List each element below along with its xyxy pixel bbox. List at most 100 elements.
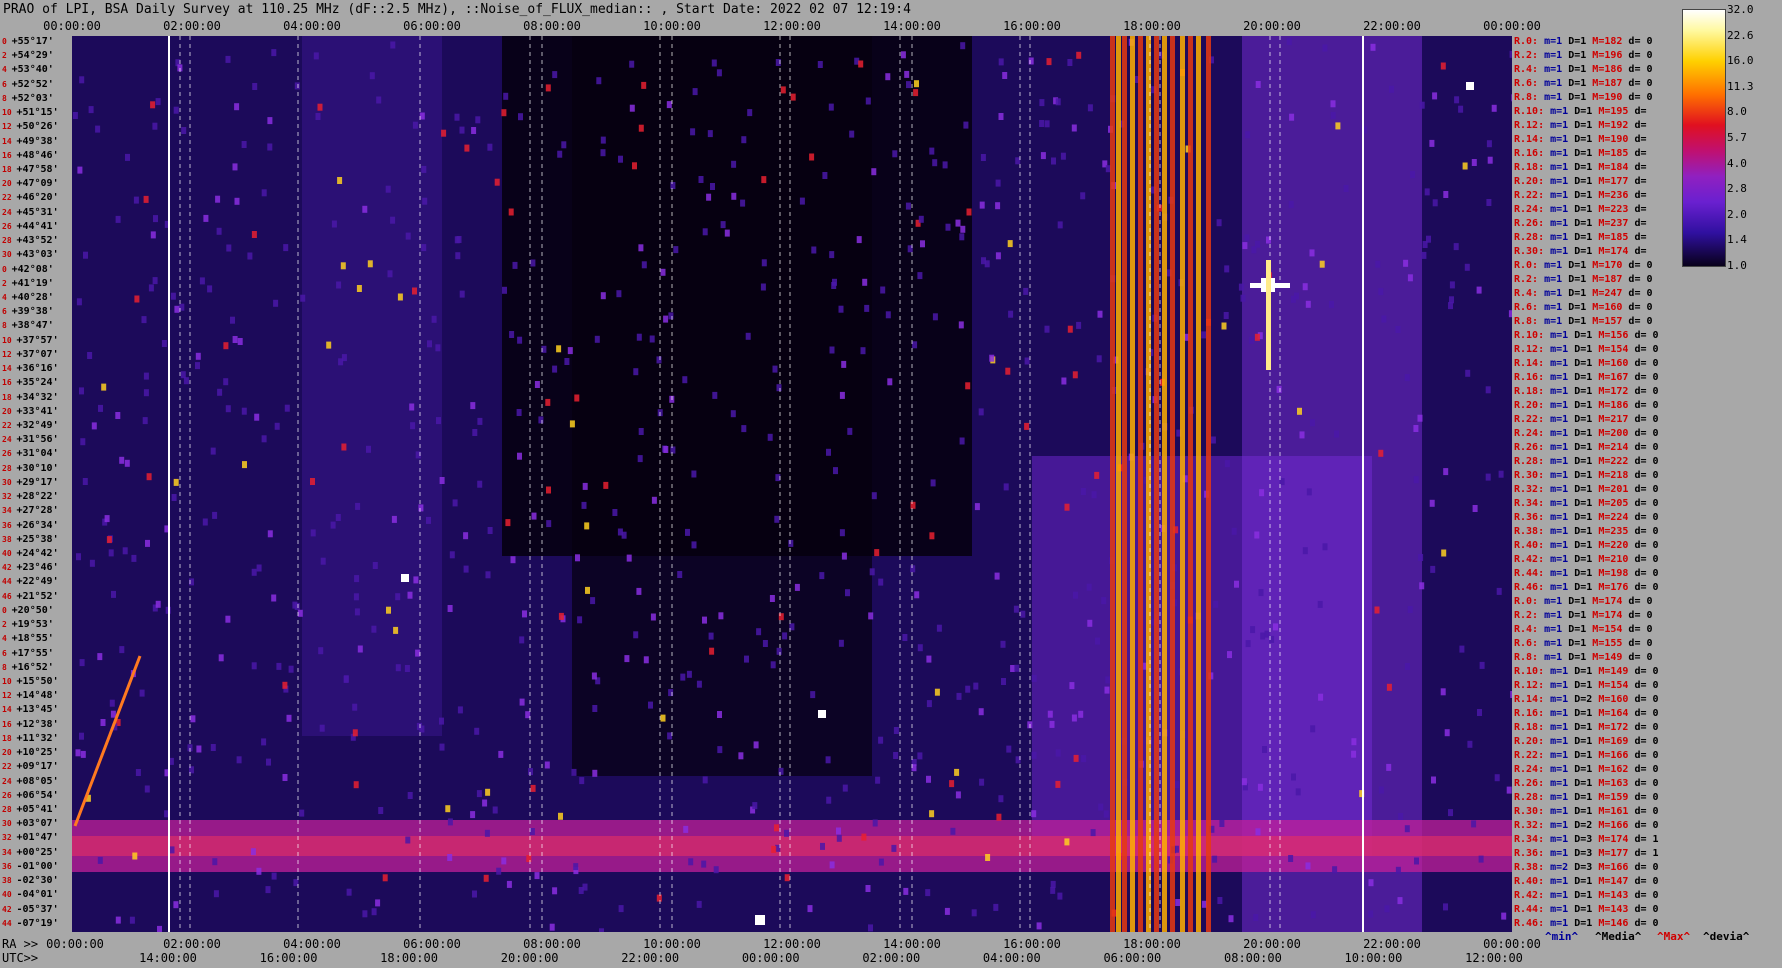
heatmap-speckle — [1031, 674, 1037, 682]
legend-item: ^Media^ — [1595, 930, 1642, 943]
stats-max: M=217 — [1598, 414, 1635, 425]
heatmap-speckle — [1240, 294, 1246, 302]
heatmap-speckle — [833, 467, 838, 475]
stats-r: R.22: — [1514, 190, 1551, 201]
heatmap-speckle — [376, 96, 382, 104]
stats-deviation: d= 0 — [1628, 316, 1659, 327]
y-tick-label: 46 +21°52' — [2, 591, 59, 602]
y-tick-label: 38 -02°30' — [2, 875, 59, 886]
stats-deviation: d= — [1634, 106, 1653, 117]
heatmap-speckle — [346, 888, 352, 896]
heatmap-speckle — [780, 86, 786, 94]
heatmap-speckle — [584, 522, 590, 530]
stats-median: D=1 — [1574, 750, 1599, 761]
stats-max: M=182 — [1592, 36, 1629, 47]
stats-median: D=1 — [1574, 512, 1599, 523]
stats-min: m=1 — [1550, 820, 1575, 831]
heatmap-speckle — [626, 554, 632, 562]
stats-median: D=2 — [1574, 694, 1599, 705]
heatmap-speckle — [283, 244, 289, 252]
heatmap-speckle — [80, 438, 86, 446]
stats-min: m=1 — [1550, 232, 1575, 243]
heatmap-speckle — [512, 261, 518, 269]
heatmap-speckle — [1005, 367, 1011, 375]
heatmap-speckle — [774, 824, 779, 832]
heatmap-speckle — [441, 129, 447, 137]
heatmap-speckle — [1104, 686, 1110, 694]
heatmap-speckle — [530, 784, 536, 792]
heatmap-speckle — [1044, 120, 1050, 128]
stats-max: M=155 — [1592, 638, 1629, 649]
heatmap-speckle — [819, 572, 825, 580]
heatmap-speckle — [267, 530, 273, 538]
stats-deviation: d= 0 — [1634, 890, 1665, 901]
heatmap-interference-column — [1196, 36, 1201, 932]
heatmap-speckle — [557, 150, 563, 158]
x-ra-tick-label: 00:00:00 — [1483, 937, 1541, 951]
stats-max: M=174 — [1592, 596, 1629, 607]
heatmap-speckle — [1036, 922, 1042, 930]
heatmap-speckle — [459, 290, 465, 298]
heatmap-speckle — [494, 178, 500, 186]
heatmap-speckle — [906, 81, 911, 89]
y-tick-value: +14°48' — [16, 690, 59, 702]
stats-deviation: d= 0 — [1634, 386, 1665, 397]
heatmap-speckle — [1039, 120, 1045, 127]
heatmap-speckle — [1249, 336, 1255, 344]
stats-median: D=1 — [1574, 736, 1599, 747]
x-utc-tick-label: 20:00:00 — [500, 951, 559, 965]
stats-row: R.0: m=1 D=1 M=174 d= 0 — [1514, 596, 1659, 607]
stats-min: m=1 — [1550, 666, 1575, 677]
heatmap-speckle — [266, 758, 271, 766]
stats-deviation: d= 0 — [1634, 456, 1665, 467]
stats-r: R.46: — [1514, 582, 1551, 593]
heatmap-speckle — [1254, 333, 1260, 341]
x-top-tick-label: 04:00:00 — [283, 19, 341, 33]
heatmap-speckle — [196, 745, 202, 753]
heatmap-speckle — [300, 294, 306, 302]
heatmap-speckle — [1318, 693, 1324, 701]
stats-max: M=198 — [1598, 568, 1635, 579]
stats-r: R.2: — [1514, 50, 1545, 61]
heatmap-speckle — [477, 480, 483, 488]
heatmap-speckle — [341, 443, 347, 451]
heatmap-speckle — [362, 910, 368, 918]
y-tick-value: +27°28' — [16, 505, 59, 517]
x-ra-tick-label: 00:00:00 — [46, 937, 104, 951]
stats-min: m=1 — [1550, 484, 1575, 495]
stats-median: D=1 — [1574, 386, 1599, 397]
stats-median: D=1 — [1574, 414, 1599, 425]
stats-min: m=1 — [1544, 260, 1569, 271]
heatmap-speckle — [648, 701, 653, 709]
heatmap-speckle — [1258, 589, 1264, 597]
stats-min: m=1 — [1544, 610, 1569, 621]
heatmap-speckle — [720, 221, 726, 229]
heatmap-speckle — [826, 796, 832, 804]
heatmap-speckle — [1375, 260, 1381, 268]
heatmap-speckle — [670, 182, 676, 189]
stats-r: R.14: — [1514, 134, 1551, 145]
heatmap-speckle — [839, 391, 845, 399]
heatmap-speckle — [79, 732, 84, 740]
heatmap-speckle — [518, 113, 523, 121]
heatmap-speckle — [181, 127, 187, 134]
heatmap-speckle — [770, 661, 776, 669]
y-tick-index: 18 — [2, 392, 17, 402]
heatmap-speckle — [649, 335, 655, 343]
heatmap-speckle — [292, 601, 298, 609]
heatmap-speckle — [917, 752, 923, 760]
heatmap-speckle — [1432, 199, 1438, 207]
heatmap-speckle — [1227, 651, 1232, 659]
stats-min: m=1 — [1550, 358, 1575, 369]
heatmap-speckle — [571, 768, 577, 776]
stats-row: R.34: m=1 D=3 M=174 d= 1 — [1514, 834, 1665, 845]
y-tick-value: -02°30' — [16, 875, 59, 887]
y-tick-index: 4 — [2, 634, 12, 644]
heatmap-speckle — [1244, 234, 1250, 242]
heatmap-speckle — [1410, 171, 1416, 179]
stats-row: R.30: m=1 D=1 M=218 d= 0 — [1514, 470, 1665, 481]
y-tick-label: 24 +08°05' — [2, 776, 59, 787]
y-tick-value: +38°47' — [11, 320, 54, 332]
heatmap-speckle — [656, 894, 662, 902]
y-tick-label: 4 +40°28' — [2, 292, 54, 303]
